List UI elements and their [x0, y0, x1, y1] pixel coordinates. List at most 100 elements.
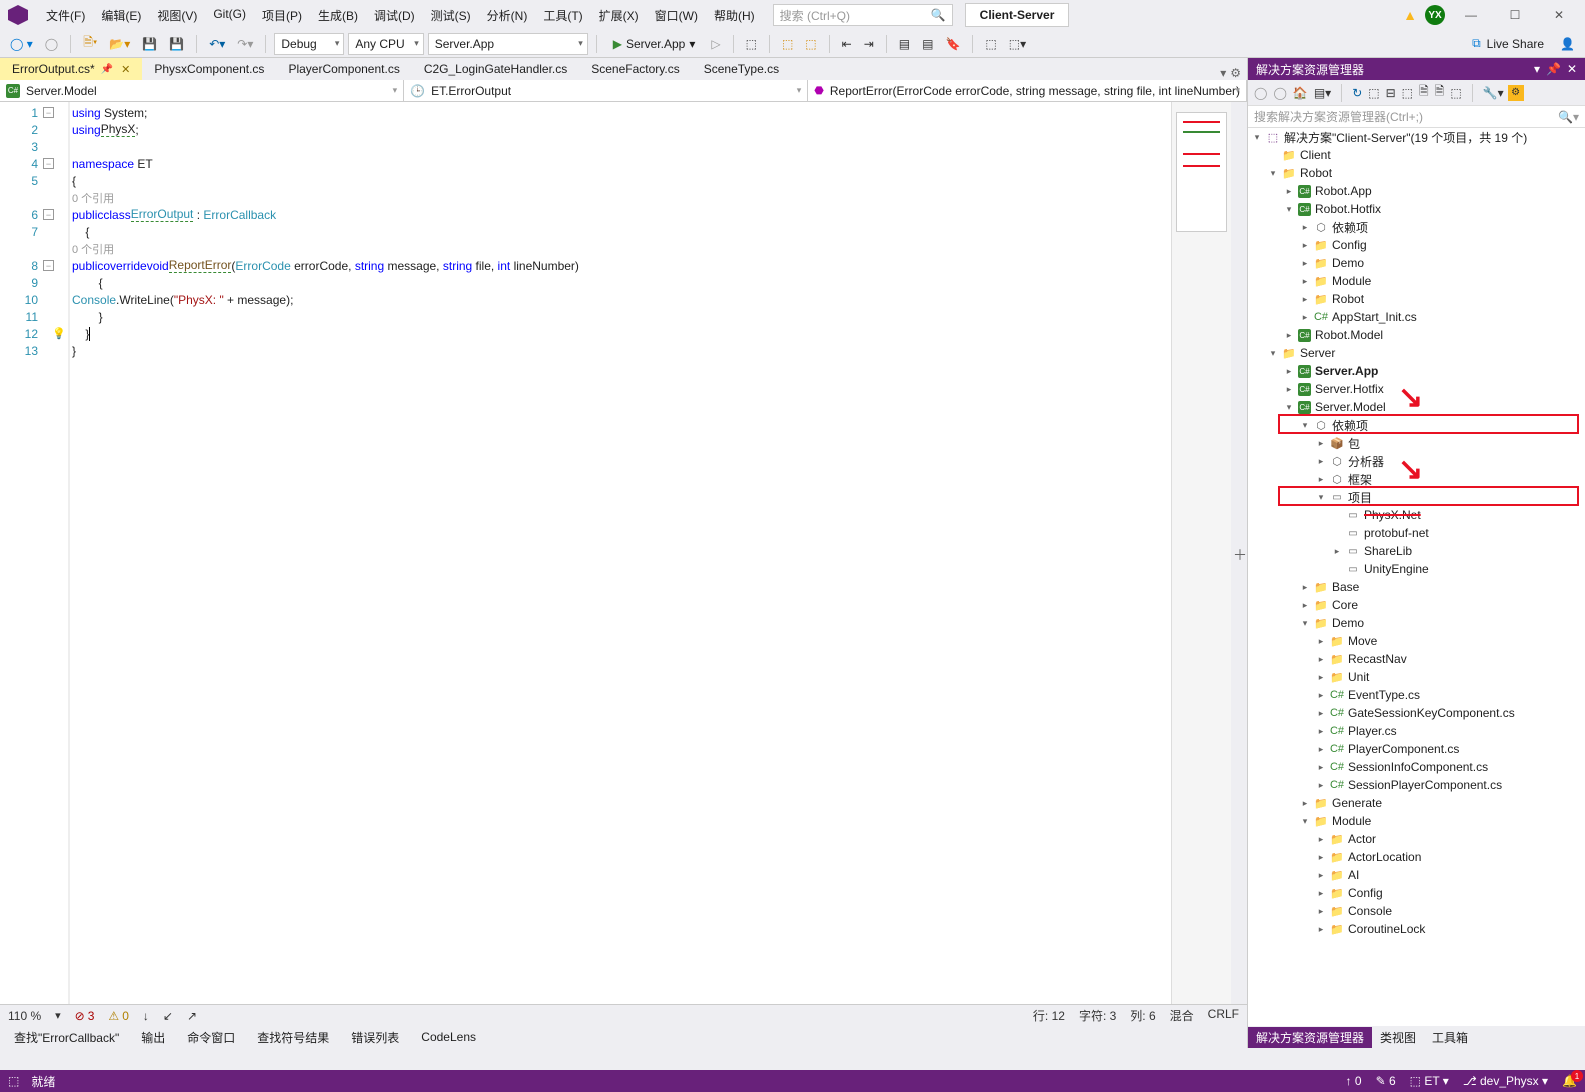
- tree-node[interactable]: ▸📁ActorLocation: [1248, 848, 1585, 866]
- document-tab[interactable]: C2G_LoginGateHandler.cs: [412, 58, 579, 80]
- menu-item[interactable]: 项目(P): [254, 3, 310, 28]
- document-tab[interactable]: PhysxComponent.cs: [142, 58, 276, 80]
- col-indicator[interactable]: 列: 6: [1130, 1007, 1155, 1024]
- tree-node[interactable]: ▸📁AI: [1248, 866, 1585, 884]
- start-nodebug-icon[interactable]: ▷: [707, 35, 724, 53]
- tree-node[interactable]: ▾C#Robot.Hotfix: [1248, 200, 1585, 218]
- nav-back-button[interactable]: ◯ ▾: [6, 35, 37, 53]
- redo-icon[interactable]: ↷▾: [233, 35, 257, 53]
- menu-item[interactable]: 工具(T): [535, 3, 590, 28]
- tree-node[interactable]: ▸📁Base: [1248, 578, 1585, 596]
- line-indicator[interactable]: 行: 12: [1033, 1007, 1065, 1024]
- nav-icon[interactable]: ↙: [163, 1009, 173, 1023]
- menu-item[interactable]: 视图(V): [149, 3, 205, 28]
- tree-node[interactable]: ▾📁Robot: [1248, 164, 1585, 182]
- minimize-button[interactable]: —: [1453, 3, 1489, 27]
- uncomment-icon[interactable]: ▤: [918, 35, 937, 53]
- menu-item[interactable]: 文件(F): [38, 3, 93, 28]
- tree-node[interactable]: ▾📁Server: [1248, 344, 1585, 362]
- tree-node[interactable]: ▸📁Move: [1248, 632, 1585, 650]
- tree-node[interactable]: ▸⬡依赖项: [1248, 218, 1585, 236]
- solution-tab[interactable]: 解决方案资源管理器: [1248, 1027, 1372, 1048]
- tree-node[interactable]: ▸C#GateSessionKeyComponent.cs: [1248, 704, 1585, 722]
- toolbar-icon[interactable]: ⬚: [778, 35, 797, 53]
- home-icon[interactable]: 🏠: [1293, 86, 1308, 100]
- show-all-icon[interactable]: ⬚: [1402, 86, 1413, 100]
- tabstrip-overflow-icon[interactable]: ▾: [1220, 66, 1226, 80]
- menu-item[interactable]: 生成(B): [310, 3, 366, 28]
- tree-node[interactable]: ▸C#EventType.cs: [1248, 686, 1585, 704]
- tree-node[interactable]: ▭protobuf-net: [1248, 524, 1585, 542]
- menu-item[interactable]: 调试(D): [366, 3, 423, 28]
- menu-item[interactable]: 扩展(X): [591, 3, 647, 28]
- liveshare-button[interactable]: ⧉ Live Share: [1464, 34, 1552, 53]
- tree-node[interactable]: ▸📁Console: [1248, 902, 1585, 920]
- tree-node[interactable]: ▸📁Core: [1248, 596, 1585, 614]
- solution-name[interactable]: Client-Server: [965, 3, 1070, 27]
- git-branch[interactable]: ⎇ dev_Physx ▾: [1463, 1074, 1548, 1088]
- menu-item[interactable]: 分析(N): [479, 3, 536, 28]
- close-icon[interactable]: ✕: [121, 63, 130, 76]
- member-combo[interactable]: ⬣ReportError(ErrorCode errorCode, string…: [808, 80, 1247, 101]
- global-search-input[interactable]: 搜索 (Ctrl+Q) 🔍: [773, 4, 953, 26]
- tree-node[interactable]: ▸⬡分析器: [1248, 452, 1585, 470]
- bottom-tab[interactable]: 输出: [131, 1027, 175, 1048]
- tree-node[interactable]: ▸📁Config: [1248, 884, 1585, 902]
- document-tab[interactable]: PlayerComponent.cs: [276, 58, 411, 80]
- solution-tab[interactable]: 工具箱: [1424, 1027, 1476, 1048]
- tree-node[interactable]: ▸📦包: [1248, 434, 1585, 452]
- tree-node[interactable]: ▾⬡依赖项: [1248, 416, 1585, 434]
- error-count[interactable]: ⊘ 3: [75, 1009, 95, 1023]
- comment-icon[interactable]: ▤: [895, 35, 914, 53]
- platform-combo[interactable]: Any CPU: [348, 33, 423, 55]
- nav-icon[interactable]: ↗: [187, 1009, 197, 1023]
- admin-icon[interactable]: 👤: [1556, 35, 1579, 53]
- properties-icon[interactable]: 🗎: [1419, 82, 1429, 103]
- tree-node[interactable]: ▸📁RecastNav: [1248, 650, 1585, 668]
- solution-search-input[interactable]: 搜索解决方案资源管理器(Ctrl+;) 🔍▾: [1248, 106, 1585, 128]
- zoom-combo[interactable]: 110 %: [8, 1009, 41, 1023]
- tree-node[interactable]: ▸📁Module: [1248, 272, 1585, 290]
- tabs-indicator[interactable]: 混合: [1170, 1007, 1194, 1024]
- outdent-icon[interactable]: ⇥: [860, 35, 878, 53]
- toolbar-icon[interactable]: ⬚▾: [1005, 35, 1030, 53]
- save-all-icon[interactable]: 💾: [165, 35, 188, 53]
- document-tab[interactable]: SceneFactory.cs: [579, 58, 691, 80]
- tree-node[interactable]: ▾C#Server.Model: [1248, 398, 1585, 416]
- new-project-icon[interactable]: 🗎▾: [79, 31, 101, 56]
- tree-node[interactable]: ▸📁Generate: [1248, 794, 1585, 812]
- maximize-button[interactable]: ☐: [1497, 3, 1533, 27]
- config-combo[interactable]: Debug: [274, 33, 344, 55]
- solution-tab[interactable]: 类视图: [1372, 1027, 1424, 1048]
- tree-node[interactable]: ▸⬡框架: [1248, 470, 1585, 488]
- switch-view-icon[interactable]: ▤▾: [1314, 86, 1331, 100]
- tree-node[interactable]: ▸C#PlayerComponent.cs: [1248, 740, 1585, 758]
- tree-node[interactable]: ▸C#AppStart_Init.cs: [1248, 308, 1585, 326]
- eol-indicator[interactable]: CRLF: [1208, 1007, 1239, 1024]
- nav-icon[interactable]: ↓: [143, 1009, 149, 1023]
- menu-item[interactable]: 测试(S): [423, 3, 479, 28]
- scope-combo[interactable]: C#Server.Model: [0, 80, 404, 101]
- tree-node[interactable]: ▸▭ShareLib: [1248, 542, 1585, 560]
- refresh-icon[interactable]: 🗎: [1435, 82, 1445, 103]
- tabstrip-settings-icon[interactable]: ⚙: [1230, 66, 1241, 80]
- tree-node[interactable]: ▸C#SessionPlayerComponent.cs: [1248, 776, 1585, 794]
- tree-node[interactable]: ▭PhysX.Net: [1248, 506, 1585, 524]
- class-combo[interactable]: 🕒ET.ErrorOutput: [404, 80, 808, 101]
- tree-node[interactable]: ▸📁CoroutineLock: [1248, 920, 1585, 938]
- tree-node[interactable]: ▸📁Demo: [1248, 254, 1585, 272]
- tree-node[interactable]: ▾📁Module: [1248, 812, 1585, 830]
- solution-root-node[interactable]: ▾⬚ 解决方案"Client-Server"(19 个项目，共 19 个): [1248, 128, 1585, 146]
- bottom-tab[interactable]: 命令窗口: [177, 1027, 245, 1048]
- char-indicator[interactable]: 字符: 3: [1079, 1007, 1116, 1024]
- back-icon[interactable]: ◯: [1254, 86, 1267, 100]
- tree-node[interactable]: ▸📁Unit: [1248, 668, 1585, 686]
- nav-forward-button[interactable]: ◯: [41, 35, 62, 53]
- solution-tree[interactable]: ▾⬚ 解决方案"Client-Server"(19 个项目，共 19 个) 📁C…: [1248, 128, 1585, 1026]
- tree-node[interactable]: ▸📁Actor: [1248, 830, 1585, 848]
- settings-icon[interactable]: ⚙: [1508, 85, 1524, 101]
- scrollbar-map[interactable]: [1171, 102, 1231, 1004]
- git-push-count[interactable]: ↑ 0: [1346, 1074, 1362, 1088]
- document-tab[interactable]: ErrorOutput.cs*📌✕: [0, 58, 142, 80]
- toolbar-icon[interactable]: ⬚: [801, 35, 820, 53]
